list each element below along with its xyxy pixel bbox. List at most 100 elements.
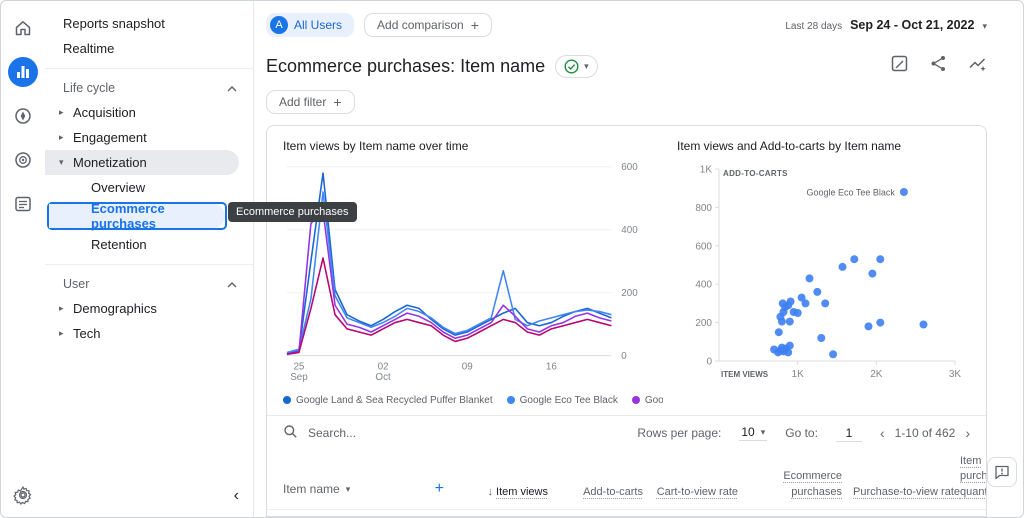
- legend-dot: [507, 396, 515, 404]
- column-label: Item views: [496, 486, 548, 498]
- add-comparison-button[interactable]: Add comparison +: [364, 13, 492, 37]
- sidebar-item-engagement[interactable]: ▸ Engagement: [45, 125, 253, 150]
- sidebar-item-retention[interactable]: Retention: [45, 232, 253, 257]
- sidebar-item-ecommerce-purchases[interactable]: Ecommerce purchases: [49, 204, 225, 228]
- svg-text:400: 400: [621, 225, 638, 236]
- sidebar-item-tech[interactable]: ▸ Tech: [45, 321, 253, 346]
- sidebar-item-realtime[interactable]: Realtime: [45, 36, 253, 61]
- sidebar-item-acquisition[interactable]: ▸ Acquisition: [45, 100, 253, 125]
- share-icon[interactable]: [929, 54, 948, 78]
- highlight-annotation-box: Ecommerce purchases: [47, 202, 227, 230]
- column-header-item-name[interactable]: Item name ▾ +: [283, 478, 458, 500]
- charts-row: Item views by Item name over time 0 200 40…: [267, 126, 986, 407]
- legend-dot: [632, 396, 640, 404]
- column-header-cart-to-view-rate[interactable]: Cart-to-view rate: [643, 485, 738, 500]
- column-header-purchase-to-view-rate[interactable]: Purchase-to-view rate: [842, 485, 960, 500]
- reports-nav-icon[interactable]: [8, 57, 38, 87]
- svg-text:02Oct: 02Oct: [375, 361, 391, 383]
- table-header-row: Item name ▾ + ↓Item views Add-to-carts C…: [267, 450, 986, 510]
- table-toolbar: Rows per page: 10 ▾ Go to: ‹ 1-10 of 462…: [267, 415, 986, 450]
- comparison-bar: A All Users Add comparison + Last 28 day…: [266, 11, 987, 39]
- sidebar-item-label: Acquisition: [73, 105, 136, 120]
- add-filter-button[interactable]: Add filter +: [266, 90, 355, 114]
- home-icon[interactable]: [8, 13, 38, 43]
- svg-text:0: 0: [706, 357, 712, 368]
- legend-label: Google Land & Sea Recycled Puffer Blanke…: [296, 395, 493, 406]
- svg-text:3K: 3K: [949, 369, 962, 380]
- sidebar-section-user[interactable]: User: [45, 272, 253, 296]
- left-nav-rail: [1, 1, 45, 517]
- sidebar-item-label: Reports snapshot: [63, 16, 165, 31]
- svg-text:Google Eco Tee Black: Google Eco Tee Black: [806, 188, 895, 198]
- chart-legend: Google Land & Sea Recycled Puffer Blanke…: [283, 393, 663, 407]
- svg-text:600: 600: [621, 162, 638, 173]
- goto-page-input[interactable]: [836, 425, 862, 442]
- feedback-button[interactable]: [987, 457, 1017, 487]
- date-range-label: Sep 24 - Oct 21, 2022: [850, 18, 974, 32]
- sidebar-item-label: Monetization: [73, 155, 147, 170]
- report-header: Ecommerce purchases: Item name ▾: [266, 51, 987, 81]
- sidebar-section-life-cycle[interactable]: Life cycle: [45, 76, 253, 100]
- sidebar-item-reports-snapshot[interactable]: Reports snapshot: [45, 11, 253, 36]
- customize-report-icon[interactable]: [890, 54, 909, 78]
- section-label: Life cycle: [63, 81, 115, 95]
- legend-item[interactable]: Goo: [632, 395, 663, 406]
- data-quality-badge[interactable]: ▾: [555, 55, 598, 78]
- sidebar-item-label: Realtime: [63, 41, 114, 56]
- line-chart-title: Item views by Item name over time: [283, 139, 663, 153]
- goto-label: Go to:: [785, 426, 818, 440]
- advertising-nav-icon[interactable]: [8, 145, 38, 175]
- column-header-ecommerce-purchases[interactable]: Ecommerce purchases: [738, 469, 842, 500]
- table-pagination-controls: Rows per page: 10 ▾ Go to: ‹ 1-10 of 462…: [637, 425, 970, 442]
- rows-per-page-label: Rows per page:: [637, 426, 721, 440]
- add-dimension-button[interactable]: +: [435, 478, 458, 500]
- tooltip: Ecommerce purchases: [228, 202, 357, 222]
- sidebar-item-monetization[interactable]: ▾ Monetization: [45, 150, 239, 175]
- collapse-sidebar-button[interactable]: ‹: [234, 487, 239, 505]
- column-header-add-to-carts[interactable]: Add-to-carts: [548, 485, 643, 500]
- line-chart: 020040060025Sep02Oct0916: [283, 155, 663, 391]
- sidebar-item-label: Demographics: [73, 301, 157, 316]
- sidebar-item-overview[interactable]: Overview: [45, 175, 253, 200]
- table-totals-row: 137,557 32,694 30.1% 2,409 7.83% 18,4: [267, 510, 986, 517]
- rows-per-page-select[interactable]: 10 ▾: [739, 425, 767, 441]
- column-label: Cart-to-view rate: [657, 486, 738, 498]
- sidebar-item-demographics[interactable]: ▸ Demographics: [45, 296, 253, 321]
- scatter-chart-title: Item views and Add-to-carts by Item name: [677, 139, 970, 153]
- plus-icon: +: [333, 95, 341, 109]
- legend-label: Google Eco Tee Black: [520, 395, 618, 406]
- sidebar-item-label: Engagement: [73, 130, 147, 145]
- search-input[interactable]: [306, 425, 486, 441]
- admin-gear-icon[interactable]: [1, 485, 45, 505]
- report-card: Item views by Item name over time 0 200 40…: [266, 125, 987, 517]
- legend-dot: [283, 396, 291, 404]
- sidebar-item-label: Overview: [91, 180, 145, 195]
- chevron-down-icon: ▾: [346, 483, 351, 496]
- analytics-app-window: Reports snapshot Realtime Life cycle ▸ A…: [0, 0, 1024, 518]
- svg-text:09: 09: [462, 361, 473, 372]
- legend-item[interactable]: Google Eco Tee Black: [507, 395, 618, 406]
- svg-text:0: 0: [621, 351, 627, 362]
- legend-item[interactable]: Google Land & Sea Recycled Puffer Blanke…: [283, 395, 493, 406]
- library-nav-icon[interactable]: [8, 189, 38, 219]
- filter-bar: Add filter +: [266, 90, 987, 114]
- column-header-item-views[interactable]: ↓Item views: [458, 485, 548, 500]
- next-page-icon[interactable]: ›: [965, 425, 970, 441]
- sidebar-divider: [45, 68, 253, 69]
- svg-text:200: 200: [695, 318, 712, 329]
- all-users-chip[interactable]: A All Users: [266, 13, 354, 37]
- scatter-chart-panel: Item views and Add-to-carts by Item name…: [677, 139, 970, 407]
- legend-label: Goo: [645, 395, 663, 406]
- column-label: Ecommerce purchases: [783, 470, 842, 497]
- previous-page-icon[interactable]: ‹: [880, 425, 885, 441]
- chevron-down-icon: ▾: [584, 61, 589, 72]
- column-header-item-purchase-quantity[interactable]: Item purchase quantity: [960, 454, 987, 500]
- column-label: Item purchase quantity: [960, 455, 987, 498]
- feedback-icon: [994, 464, 1010, 480]
- date-range-picker[interactable]: Last 28 days Sep 24 - Oct 21, 2022 ▾: [785, 18, 987, 32]
- rows-per-page-value: 10: [741, 425, 754, 439]
- chevron-right-icon: ▸: [59, 328, 73, 339]
- insights-icon[interactable]: [968, 54, 987, 78]
- check-circle-icon: [564, 59, 579, 74]
- explore-nav-icon[interactable]: [8, 101, 38, 131]
